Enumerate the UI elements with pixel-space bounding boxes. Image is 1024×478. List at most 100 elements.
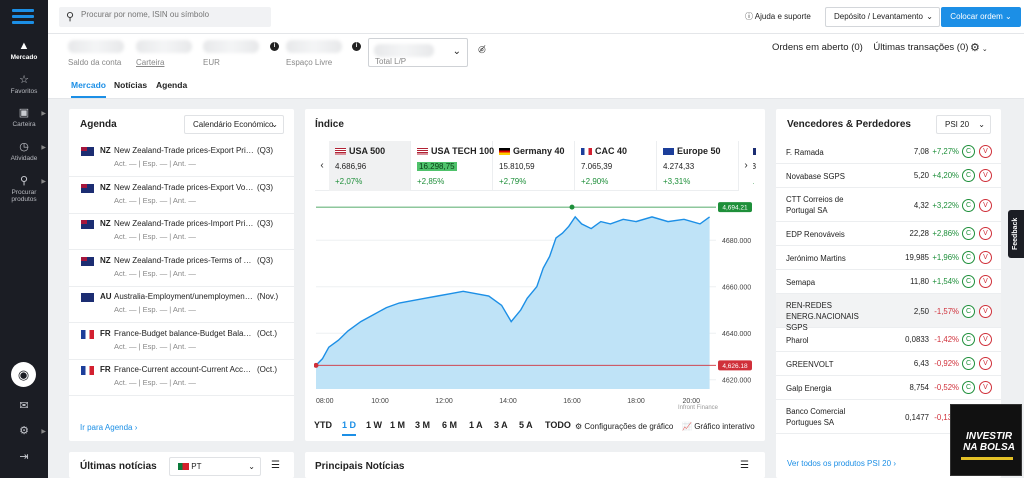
promo-banner[interactable]: INVESTIR NA BOLSA <box>950 404 1022 476</box>
settings-icon[interactable]: ⚙ ▶ <box>0 425 48 439</box>
mover-row[interactable]: Pharol 0,0833 -1,42% C V <box>776 328 1001 352</box>
agenda-row[interactable]: NZ New Zealand-Trade prices-Export Prices… <box>69 141 294 177</box>
mail-icon[interactable]: ✉ <box>0 400 48 414</box>
chart-config-button[interactable]: ⚙ Configurações de gráfico <box>575 422 673 431</box>
hide-values-icon[interactable]: ◎̸ <box>478 44 486 55</box>
range-option[interactable]: 1 W <box>366 420 382 430</box>
index-chart[interactable]: 4680.000 4660.000 4640.000 4620.000 08:00 10:… <box>314 197 754 417</box>
agenda-row[interactable]: FR France-Current account-Current Account… <box>69 360 294 396</box>
sell-button[interactable]: V <box>979 251 992 264</box>
search-box[interactable]: ⚲ <box>59 7 271 27</box>
buy-button[interactable]: C <box>962 145 975 158</box>
index-card[interactable]: Europe 50 4.274,33 +3,31% <box>657 141 739 191</box>
range-option[interactable]: 5 A <box>519 420 533 430</box>
carousel-prev-icon[interactable]: ‹ <box>315 141 329 191</box>
info-icon[interactable]: i <box>352 42 361 51</box>
sell-button[interactable]: V <box>979 381 992 394</box>
index-value: 16.298,75 <box>417 162 457 171</box>
mover-name: F. Ramada <box>786 148 824 157</box>
mover-row[interactable]: Novabase SGPS 5,20 +4,20% C V <box>776 164 1001 188</box>
all-psi20-link[interactable]: Ver todos os produtos PSI 20 › <box>787 459 896 468</box>
go-to-agenda-link[interactable]: Ir para Agenda › <box>80 423 137 432</box>
buy-button[interactable]: C <box>962 169 975 182</box>
mover-name: Novabase SGPS <box>786 172 845 181</box>
sell-button[interactable]: V <box>979 275 992 288</box>
place-order-button[interactable]: Colocar ordem ⌄ <box>941 7 1021 27</box>
x-tick-label: 14:00 <box>499 398 517 405</box>
filter-sliders-icon[interactable]: ☰ <box>740 460 749 471</box>
tab-noticias[interactable]: Notícias <box>114 80 147 90</box>
range-option[interactable]: 1 A <box>469 420 483 430</box>
agenda-row[interactable]: NZ New Zealand-Trade prices-Export Volum.… <box>69 178 294 214</box>
mover-row[interactable]: EDP Renováveis 22,28 +2,86% C V <box>776 222 1001 246</box>
mover-row[interactable]: REN-REDES ENERG.NACIONAIS SGPS 2,50 -1,57%… <box>776 294 1001 332</box>
tab-agenda[interactable]: Agenda <box>156 80 187 90</box>
buy-button[interactable]: C <box>962 251 975 264</box>
news-language-dropdown[interactable]: PT ⌄ <box>169 457 261 476</box>
agenda-values: Act. — | Esp. — | Ant. — <box>114 305 196 314</box>
filter-sliders-icon[interactable]: ☰ <box>271 460 280 471</box>
mover-row[interactable]: Semapa 11,80 +1,54% C V <box>776 270 1001 294</box>
buy-button[interactable]: C <box>962 275 975 288</box>
buy-button[interactable]: C <box>962 381 975 394</box>
index-card[interactable]: USA TECH 100 16.298,75 +2,85% <box>411 141 494 191</box>
mover-row[interactable]: Jerónimo Martins 19,985 +1,96% C V <box>776 246 1001 270</box>
buy-button[interactable]: C <box>962 227 975 240</box>
index-card[interactable]: USA 500 4.686,96 +2,07% <box>329 141 411 191</box>
help-link[interactable]: ⓘ Ajuda e suporte <box>745 11 811 22</box>
mover-name: Pharol <box>786 336 809 345</box>
range-option[interactable]: 3 M <box>415 420 430 430</box>
range-option[interactable]: 3 A <box>494 420 508 430</box>
sidebar-item-mercado[interactable]: ▲ Mercado <box>0 40 48 61</box>
menu-logo-icon[interactable] <box>12 9 34 25</box>
agenda-row[interactable]: FR France-Budget balance-Budget Balance (O… <box>69 324 294 360</box>
agenda-type-dropdown[interactable]: Calendário Económico ⌄ <box>184 115 284 134</box>
range-option[interactable]: 1 M <box>390 420 405 430</box>
sidebar-item-atividade[interactable]: ◷ Atividade ▶ <box>0 141 48 162</box>
buy-button[interactable]: C <box>962 199 975 212</box>
sell-button[interactable]: V <box>979 357 992 370</box>
range-option[interactable]: 6 M <box>442 420 457 430</box>
deposit-dropdown[interactable]: Depósito / Levantamento ⌄ <box>825 7 940 27</box>
agenda-row[interactable]: NZ New Zealand-Trade prices-Terms of Trad… <box>69 251 294 287</box>
sidebar-item-favoritos[interactable]: ☆ Favoritos <box>0 74 48 95</box>
sidebar-item-label: Mercado <box>10 54 38 61</box>
sell-button[interactable]: V <box>979 333 992 346</box>
agenda-row[interactable]: NZ New Zealand-Trade prices-Import Prices… <box>69 214 294 250</box>
sell-button[interactable]: V <box>979 169 992 182</box>
range-option[interactable]: YTD <box>314 420 332 430</box>
last-transactions-link[interactable]: Últimas transações (0) <box>873 42 968 53</box>
search-input[interactable] <box>81 10 261 19</box>
carousel-next-icon[interactable]: › <box>739 141 753 191</box>
fr-flag-icon <box>581 148 592 156</box>
info-icon[interactable]: i <box>270 42 279 51</box>
sidebar-item-procurar-produtos[interactable]: ⚲ Procurar produtos ▶ <box>0 175 48 203</box>
feedback-tab[interactable]: Feedback <box>1008 210 1024 258</box>
account-portfolio[interactable]: Carteira <box>136 40 192 67</box>
index-card[interactable]: Germany 40 15.810,59 +2,79% <box>493 141 575 191</box>
index-card[interactable]: CAC 40 7.065,39 +2,90% <box>575 141 657 191</box>
buy-button[interactable]: C <box>962 357 975 370</box>
range-option[interactable]: TODO <box>545 420 571 430</box>
total-pl-select[interactable]: Total L/P ⌄ <box>368 38 468 67</box>
tab-mercado[interactable]: Mercado <box>71 80 106 98</box>
open-orders-link[interactable]: Ordens em aberto (0) <box>772 42 863 53</box>
range-option[interactable]: 1 D <box>342 420 357 436</box>
buy-button[interactable]: C <box>962 333 975 346</box>
mover-row[interactable]: CTT Correios de Portugal SA 4,32 +3,22% C V <box>776 188 1001 222</box>
index-filter-dropdown[interactable]: PSI 20 ⌄ <box>936 115 991 134</box>
sell-button[interactable]: V <box>979 199 992 212</box>
agenda-row[interactable]: AU Australia-Employment/unemployment-...(… <box>69 287 294 323</box>
gear-icon[interactable]: ⚙ ⌄ <box>970 41 988 54</box>
logout-icon[interactable]: ⇥ <box>0 451 48 465</box>
mover-row[interactable]: Galp Energia 8,754 -0,52% C V <box>776 376 1001 400</box>
interactive-chart-button[interactable]: 📈 Gráfico interativo <box>682 422 755 431</box>
mover-row[interactable]: F. Ramada 7,08 +7,27% C V <box>776 140 1001 164</box>
mover-row[interactable]: GREENVOLT 6,43 -0,92% C V <box>776 352 1001 376</box>
sell-button[interactable]: V <box>979 227 992 240</box>
sell-button[interactable]: V <box>979 305 992 318</box>
avatar-icon[interactable]: ◉ <box>11 362 36 387</box>
sidebar-item-carteira[interactable]: ▣ Carteira ▶ <box>0 107 48 128</box>
sell-button[interactable]: V <box>979 145 992 158</box>
buy-button[interactable]: C <box>962 305 975 318</box>
